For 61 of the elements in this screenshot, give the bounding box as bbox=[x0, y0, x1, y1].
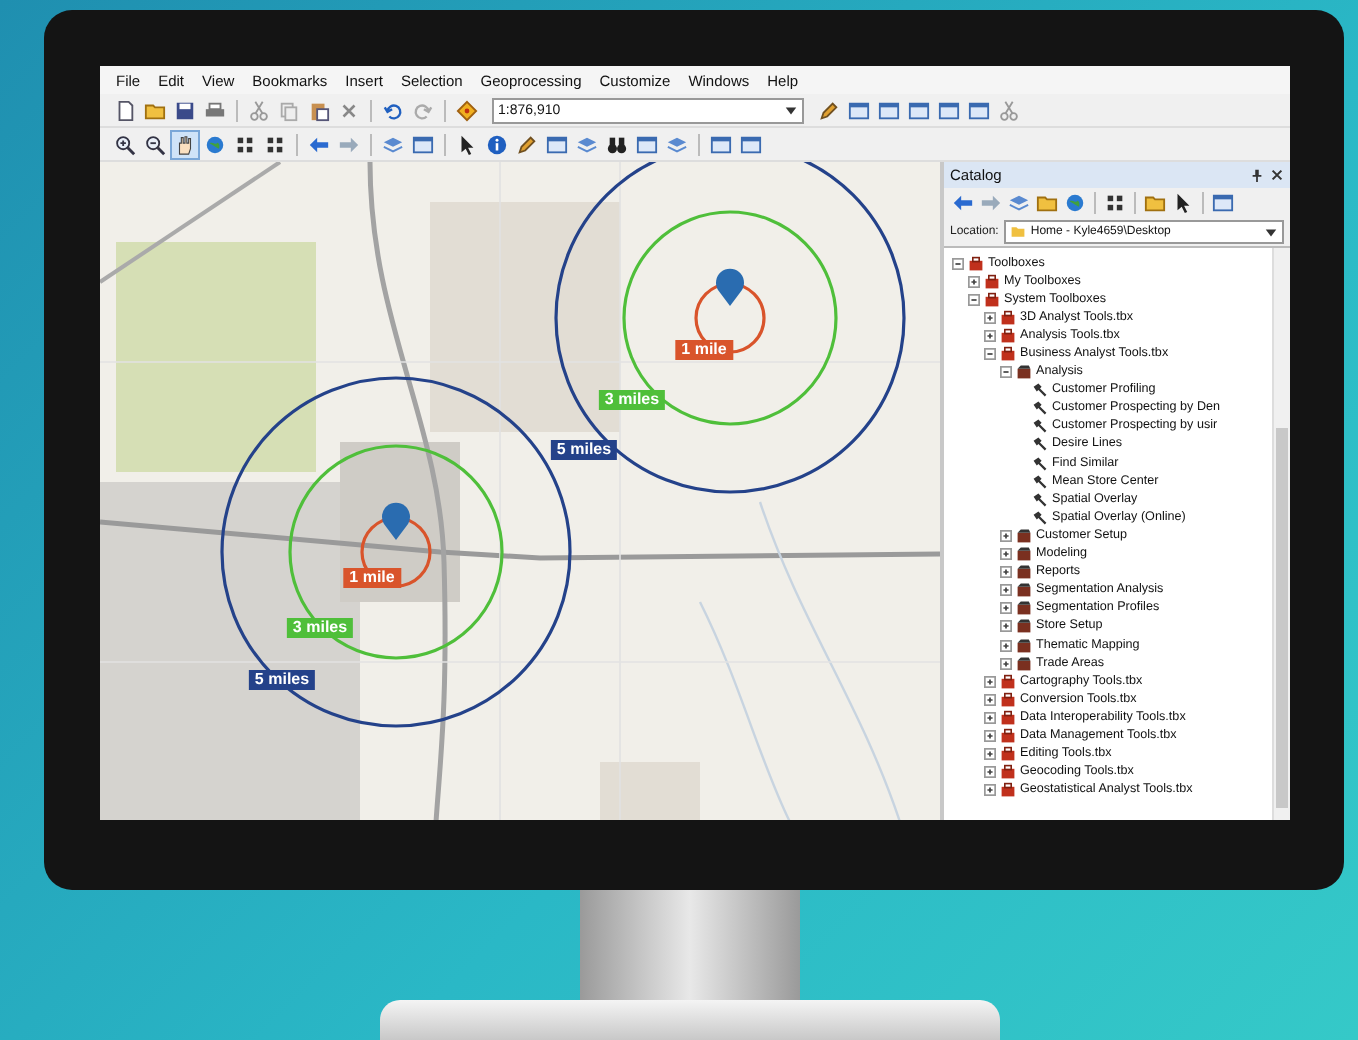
globe-icon[interactable] bbox=[1062, 190, 1088, 216]
layers-icon[interactable] bbox=[1006, 190, 1032, 216]
expand-icon[interactable] bbox=[1000, 566, 1012, 579]
window-icon[interactable] bbox=[410, 131, 436, 157]
window-icon[interactable] bbox=[634, 131, 660, 157]
expand-icon[interactable] bbox=[1000, 529, 1012, 542]
window-icon[interactable] bbox=[906, 97, 932, 123]
window-icon[interactable] bbox=[846, 97, 872, 123]
expand-icon[interactable] bbox=[1000, 548, 1012, 561]
window-icon[interactable] bbox=[876, 97, 902, 123]
window-icon[interactable] bbox=[738, 131, 764, 157]
expand-icon[interactable] bbox=[984, 784, 996, 797]
printer-icon[interactable] bbox=[202, 97, 228, 123]
expand-icon[interactable] bbox=[1000, 657, 1012, 670]
buffer-label: 1 mile bbox=[675, 340, 733, 360]
expand-icon[interactable] bbox=[984, 766, 996, 779]
dropdown-caret-icon[interactable] bbox=[1264, 225, 1278, 239]
expand-icon[interactable] bbox=[1000, 584, 1012, 597]
close-icon[interactable] bbox=[1270, 168, 1284, 182]
buffer-label: 5 miles bbox=[550, 440, 618, 460]
window-icon[interactable] bbox=[544, 131, 570, 157]
arrow-left-icon[interactable] bbox=[950, 190, 976, 216]
expand-icon[interactable] bbox=[968, 275, 980, 288]
scrollbar[interactable] bbox=[1272, 248, 1290, 820]
buffer-label: 3 miles bbox=[286, 618, 354, 638]
grid-icon[interactable] bbox=[1102, 190, 1128, 216]
buffer-label: 5 miles bbox=[248, 670, 316, 690]
expand-icon[interactable] bbox=[1000, 602, 1012, 615]
window-icon[interactable] bbox=[936, 97, 962, 123]
expand-icon[interactable] bbox=[984, 748, 996, 761]
window-icon[interactable] bbox=[708, 131, 734, 157]
pencil-icon[interactable] bbox=[514, 131, 540, 157]
toolset-icon bbox=[1016, 364, 1032, 381]
expand-icon[interactable] bbox=[984, 729, 996, 742]
zoom-out-icon[interactable] bbox=[142, 131, 168, 157]
scroll-thumb[interactable] bbox=[1276, 428, 1288, 808]
expand-icon[interactable] bbox=[984, 311, 996, 324]
zoom-in-icon[interactable] bbox=[112, 131, 138, 157]
expand-icon[interactable] bbox=[1000, 620, 1012, 633]
expand-icon[interactable] bbox=[1000, 639, 1012, 652]
collapse-icon[interactable] bbox=[952, 257, 964, 270]
expand-icon[interactable] bbox=[984, 329, 996, 342]
map-pin-icon[interactable] bbox=[382, 502, 410, 540]
window-icon[interactable] bbox=[966, 97, 992, 123]
window-icon[interactable] bbox=[1210, 190, 1236, 216]
buffer-label: 1 mile bbox=[343, 568, 401, 588]
collapse-icon[interactable] bbox=[984, 348, 996, 361]
globe-icon[interactable] bbox=[202, 131, 228, 157]
collapse-icon[interactable] bbox=[968, 293, 980, 306]
map-pin-icon[interactable] bbox=[716, 268, 744, 306]
folder-icon bbox=[1010, 224, 1027, 240]
hand-icon[interactable] bbox=[172, 131, 198, 157]
dropdown-caret-icon[interactable] bbox=[784, 103, 798, 117]
expand-icon[interactable] bbox=[984, 693, 996, 706]
expand-icon[interactable] bbox=[984, 675, 996, 688]
info-icon[interactable] bbox=[484, 131, 510, 157]
buffer-label: 3 miles bbox=[598, 390, 666, 410]
collapse-icon[interactable] bbox=[1000, 366, 1012, 379]
expand-icon[interactable] bbox=[984, 711, 996, 724]
diamond-icon[interactable] bbox=[454, 97, 480, 123]
pin-icon[interactable] bbox=[1250, 168, 1264, 182]
